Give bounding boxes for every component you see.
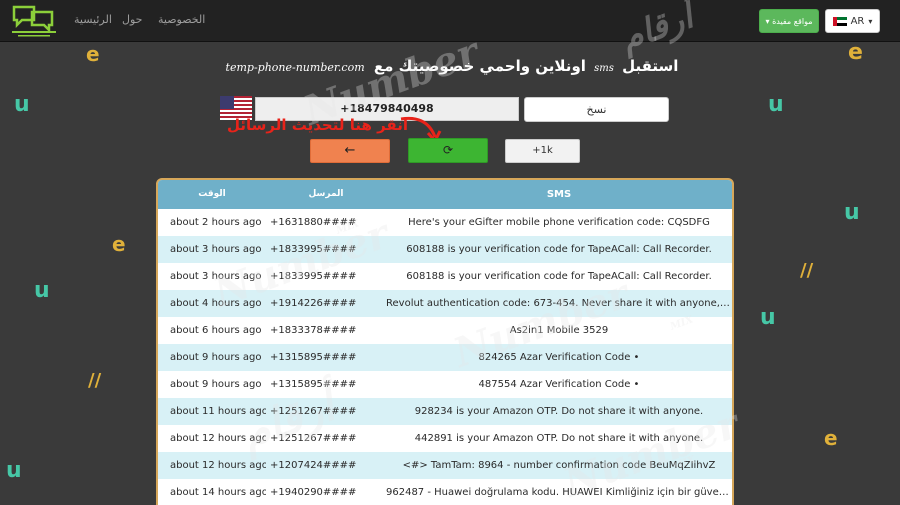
useful-sites-dropdown-button[interactable]: ▾ مواقع مفيدة xyxy=(759,9,819,33)
table-row[interactable]: about 2 hours ago +1631880#### Here's yo… xyxy=(158,209,732,236)
cell-sms: <#> TamTam: 8964 - number confirmation c… xyxy=(402,460,716,471)
top-navbar: الرئيسية حول الخصوصية ▾ مواقع مفيدة AR ▾ xyxy=(0,0,900,42)
cell-time: about 2 hours ago xyxy=(170,217,262,228)
language-dropdown-button[interactable]: AR ▾ xyxy=(825,9,880,33)
table-header-row: الوقت المرسل SMS xyxy=(158,180,732,209)
decorative-letter: u xyxy=(34,278,50,303)
column-header-sender: المرسل xyxy=(308,189,344,199)
decorative-letter: // xyxy=(800,260,814,281)
chat-bubbles-logo-icon[interactable] xyxy=(8,4,60,38)
nav-link-about[interactable]: حول xyxy=(122,13,142,26)
cell-time: about 3 hours ago xyxy=(170,244,262,255)
cell-sender: +1940290#### xyxy=(270,487,357,498)
useful-sites-label: ▾ مواقع مفيدة xyxy=(765,16,813,26)
cell-sms: Revolut authentication code: 673-454. Ne… xyxy=(386,298,732,309)
nav-link-home[interactable]: الرئيسية xyxy=(74,13,112,26)
cell-sender: +1833995#### xyxy=(270,271,357,282)
table-row[interactable]: about 9 hours ago +1315895#### 487554 Az… xyxy=(158,371,732,398)
headline-sms-word: sms xyxy=(594,63,614,74)
cell-sms: 824265 Azar Verification Code • xyxy=(478,352,640,363)
cell-sms: 442891 is your Amazon OTP. Do not share … xyxy=(414,433,704,444)
table-row[interactable]: about 4 hours ago +1914226#### Revolut a… xyxy=(158,290,732,317)
cell-time: about 4 hours ago xyxy=(170,298,262,309)
refresh-icon: ⟳ xyxy=(442,143,454,157)
decorative-letter: e xyxy=(824,426,838,450)
cell-time: about 3 hours ago xyxy=(170,271,262,282)
cell-sender: +1315895#### xyxy=(270,379,357,390)
table-row[interactable]: about 3 hours ago +1833995#### 608188 is… xyxy=(158,263,732,290)
cell-sms: 928234 is your Amazon OTP. Do not share … xyxy=(414,406,704,417)
cell-sms: 608188 is your verification code for Tap… xyxy=(406,244,712,255)
column-header-sms: SMS xyxy=(546,189,572,200)
copy-button[interactable]: نسخ xyxy=(524,97,669,122)
cell-time: about 9 hours ago xyxy=(170,379,262,390)
table-row[interactable]: about 9 hours ago +1315895#### 824265 Az… xyxy=(158,344,732,371)
language-label: AR xyxy=(850,15,865,27)
cell-sender: +1315895#### xyxy=(270,352,357,363)
table-row[interactable]: about 12 hours ago +1207424#### <#> TamT… xyxy=(158,452,732,479)
headline-site-name: temp-phone-number.com xyxy=(225,61,365,74)
load-more-1k-button[interactable]: +1k xyxy=(505,139,580,163)
decorative-letter: u xyxy=(760,305,776,330)
cell-time: about 11 hours ago xyxy=(170,406,266,417)
nav-link-privacy[interactable]: الخصوصية xyxy=(158,13,205,26)
refresh-hint-text: انقر هنا لتحديث الرسائل xyxy=(227,116,408,134)
headline-text-middle: اونلاين واحمي خصوصيتك مع xyxy=(373,57,586,75)
refresh-button[interactable]: ⟳ xyxy=(408,138,488,163)
table-row[interactable]: about 3 hours ago +1833995#### 608188 is… xyxy=(158,236,732,263)
cell-sender: +1833995#### xyxy=(270,244,357,255)
table-row[interactable]: about 11 hours ago +1251267#### 928234 i… xyxy=(158,398,732,425)
cell-sms: 962487 - Huawei doğrulama kodu. HUAWEI K… xyxy=(386,487,732,498)
headline-text-before: استقبل xyxy=(622,57,679,75)
column-header-time: الوقت xyxy=(198,189,226,199)
cell-sender: +1251267#### xyxy=(270,406,357,417)
cell-time: about 14 hours ago xyxy=(170,487,266,498)
cell-sms: Here's your eGifter mobile phone verific… xyxy=(408,217,710,228)
cell-time: about 12 hours ago xyxy=(170,460,266,471)
decorative-letter: u xyxy=(14,92,30,117)
caret-down-icon: ▾ xyxy=(868,16,873,26)
table-row[interactable]: about 12 hours ago +1251267#### 442891 i… xyxy=(158,425,732,452)
decorative-letter: u xyxy=(6,458,22,483)
back-button[interactable]: ← xyxy=(310,139,390,163)
uae-flag-icon xyxy=(832,16,847,26)
decorative-letter: u xyxy=(768,92,784,117)
cell-sender: +1833378#### xyxy=(270,325,357,336)
cell-sender: +1207424#### xyxy=(270,460,357,471)
cell-sender: +1631880#### xyxy=(270,217,357,228)
decorative-letter: // xyxy=(88,370,102,391)
cell-time: about 12 hours ago xyxy=(170,433,266,444)
decorative-letter: u xyxy=(844,200,860,225)
cell-time: about 6 hours ago xyxy=(170,325,262,336)
cell-sms: 608188 is your verification code for Tap… xyxy=(406,271,712,282)
cell-sender: +1251267#### xyxy=(270,433,357,444)
cell-time: about 9 hours ago xyxy=(170,352,262,363)
sms-messages-table: الوقت المرسل SMS about 2 hours ago +1631… xyxy=(156,178,734,505)
page-headline: استقبل sms اونلاين واحمي خصوصيتك مع temp… xyxy=(0,57,900,75)
table-row[interactable]: about 14 hours ago +1940290#### 962487 -… xyxy=(158,479,732,505)
cell-sms: As2in1 Mobile 3529 xyxy=(509,325,609,336)
table-row[interactable]: about 6 hours ago +1833378#### As2in1 Mo… xyxy=(158,317,732,344)
cell-sender: +1914226#### xyxy=(270,298,357,309)
decorative-letter: e xyxy=(112,232,126,256)
cell-sms: 487554 Azar Verification Code • xyxy=(478,379,640,390)
